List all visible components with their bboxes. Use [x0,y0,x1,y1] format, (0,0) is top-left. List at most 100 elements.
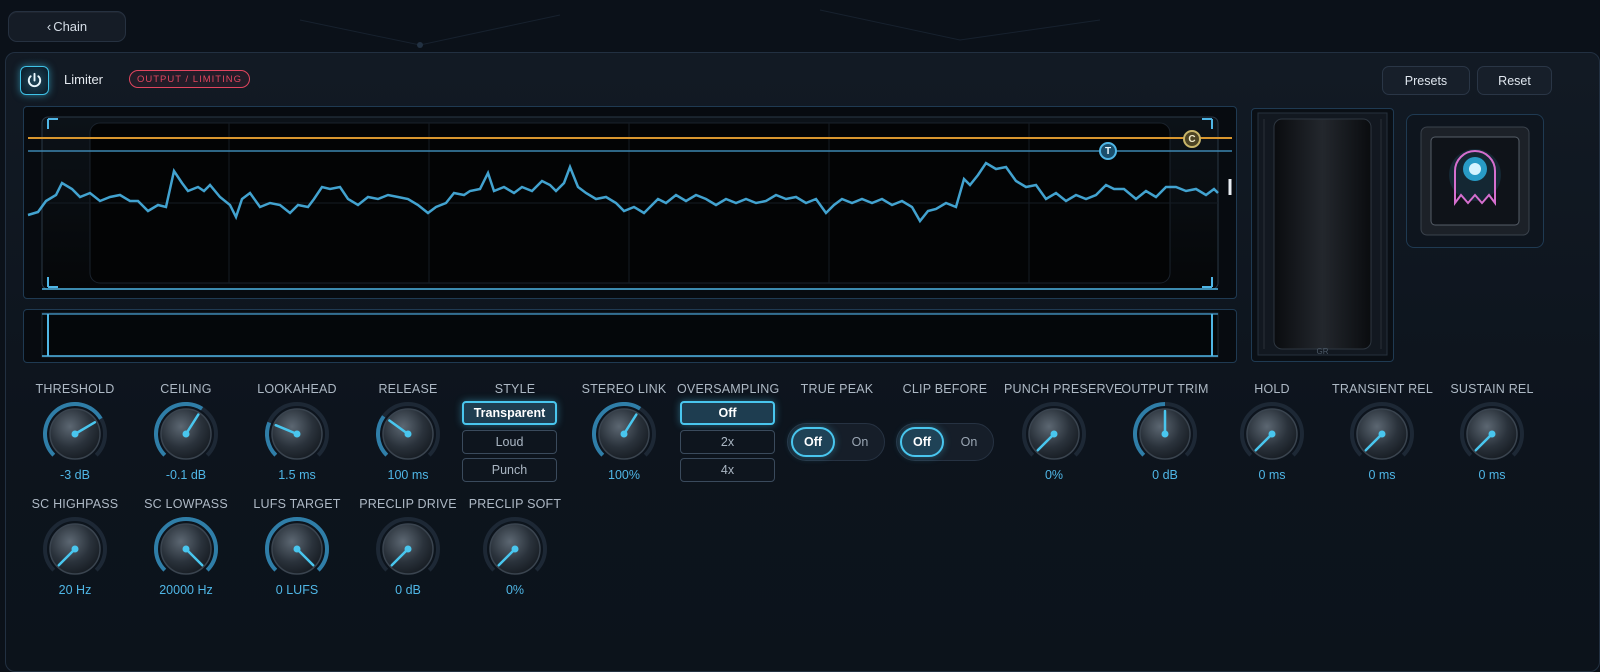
lufs-target-control: LUFS TARGET 0 LUFS [247,497,347,597]
lookahead-label: LOOKAHEAD [257,382,337,396]
knob-center [1268,430,1276,438]
true-peak-toggle[interactable]: Off On [787,423,885,461]
true-peak-label: TRUE PEAK [800,382,874,396]
category-badge: OUTPUT / LIMITING [129,70,250,88]
clip-before-on-option[interactable]: On [947,427,991,457]
sc-lowpass-knob[interactable] [151,517,221,581]
threshold-label: THRESHOLD [35,382,115,396]
presets-button[interactable]: Presets [1382,66,1470,95]
back-to-chain-button[interactable]: ‹ Chain [8,11,126,42]
sustain-rel-value: 0 ms [1478,468,1506,482]
oversampling-4x-button[interactable]: 4x [680,458,775,482]
clip-before-toggle[interactable]: Off On [896,423,994,461]
threshold-knob[interactable] [40,402,110,466]
knob-center [71,430,79,438]
preclip-soft-label: PRECLIP SOFT [468,497,562,511]
gr-label: GR [1316,347,1329,356]
release-label: RELEASE [378,382,438,396]
hold-value: 0 ms [1258,468,1286,482]
knob-center [1378,430,1386,438]
punch-preserve-value: 0% [1044,468,1064,482]
output-trim-control: OUTPUT TRIM 0 dB [1115,382,1215,482]
true-peak-off-option[interactable]: Off [791,427,835,457]
sc-highpass-label: SC HIGHPASS [31,497,119,511]
transient-rel-control: TRANSIENT REL 0 ms [1332,382,1434,482]
hold-knob[interactable] [1237,402,1307,466]
gain-reduction-history [23,309,1237,363]
power-icon [27,72,42,88]
reset-button[interactable]: Reset [1477,66,1552,95]
output-trim-value: 0 dB [1152,468,1178,482]
gr-meter-graphic [1257,112,1388,356]
threshold-marker-letter: T [1104,145,1112,157]
module-title: Limiter [64,72,104,87]
lufs-target-knob[interactable] [262,517,332,581]
punch-preserve-control: PUNCH PRESERVE 0% [1004,382,1122,482]
style-transparent-button[interactable]: Transparent [462,401,557,425]
plugin-logo-panel [1406,114,1544,248]
knob-center [293,430,301,438]
sc-lowpass-value: 20000 Hz [159,583,213,597]
stereo-link-knob[interactable] [589,402,659,466]
preclip-soft-value: 0% [505,583,525,597]
knob-center [511,545,519,553]
stereo-link-control: STEREO LINK 100% [574,382,674,482]
true-peak-on-option[interactable]: On [838,427,882,457]
release-value: 100 ms [387,468,429,482]
ceiling-value: -0.1 dB [165,468,207,482]
sc-lowpass-label: SC LOWPASS [144,497,228,511]
oversampling-off-button[interactable]: Off [680,401,775,425]
chevron-left-icon: ‹ [46,19,52,34]
preclip-drive-value: 0 dB [395,583,421,597]
preclip-drive-knob[interactable] [373,517,443,581]
style-loud-button[interactable]: Loud [462,430,557,454]
gain-reduction-meter: GR [1251,108,1394,362]
transient-rel-knob[interactable] [1347,402,1417,466]
ceiling-label: CEILING [160,382,212,396]
power-button[interactable] [20,66,49,95]
hold-control: HOLD 0 ms [1222,382,1322,482]
ceiling-control: CEILING -0.1 dB [136,382,236,482]
sustain-rel-knob[interactable] [1457,402,1527,466]
stereo-link-value: 100% [608,468,640,482]
waveform-display [27,116,1232,290]
sc-lowpass-control: SC LOWPASS 20000 Hz [136,497,236,597]
lookahead-value: 1.5 ms [278,468,316,482]
lufs-target-value: 0 LUFS [275,583,319,597]
lookahead-knob[interactable] [262,402,332,466]
sc-highpass-knob[interactable] [40,517,110,581]
oversampling-control: OVERSAMPLING [677,382,780,396]
style-punch-button[interactable]: Punch [462,458,557,482]
clip-before-off-option[interactable]: Off [900,427,944,457]
sc-highpass-value: 20 Hz [58,583,92,597]
knob-center [1488,430,1496,438]
ceiling-marker[interactable]: C [1183,130,1201,148]
oversampling-label: OVERSAMPLING [677,382,780,396]
output-trim-label: OUTPUT TRIM [1121,382,1209,396]
knob-center [1161,430,1169,438]
knob-center [620,430,628,438]
threshold-control: THRESHOLD -3 dB [25,382,125,482]
threshold-marker[interactable]: T [1099,142,1117,160]
preclip-soft-knob[interactable] [480,517,550,581]
ceiling-knob[interactable] [151,402,221,466]
knob-center [404,545,412,553]
transient-rel-value: 0 ms [1368,468,1396,482]
gr-history-display [41,312,1219,358]
punch-preserve-knob[interactable] [1019,402,1089,466]
preclip-soft-control: PRECLIP SOFT 0% [465,497,565,597]
knob-center [293,545,301,553]
knob-center [1050,430,1058,438]
true-peak-control: TRUE PEAK [787,382,887,396]
oversampling-2x-button[interactable]: 2x [680,430,775,454]
hold-label: HOLD [1254,382,1290,396]
preclip-drive-label: PRECLIP DRIVE [359,497,457,511]
transient-rel-label: TRANSIENT REL [1332,382,1434,396]
sustain-rel-control: SUSTAIN REL 0 ms [1442,382,1542,482]
sustain-rel-label: SUSTAIN REL [1450,382,1534,396]
release-knob[interactable] [373,402,443,466]
waveform-scope: T C [23,106,1237,299]
clip-before-label: CLIP BEFORE [902,382,988,396]
lookahead-control: LOOKAHEAD 1.5 ms [247,382,347,482]
output-trim-knob[interactable] [1130,402,1200,466]
